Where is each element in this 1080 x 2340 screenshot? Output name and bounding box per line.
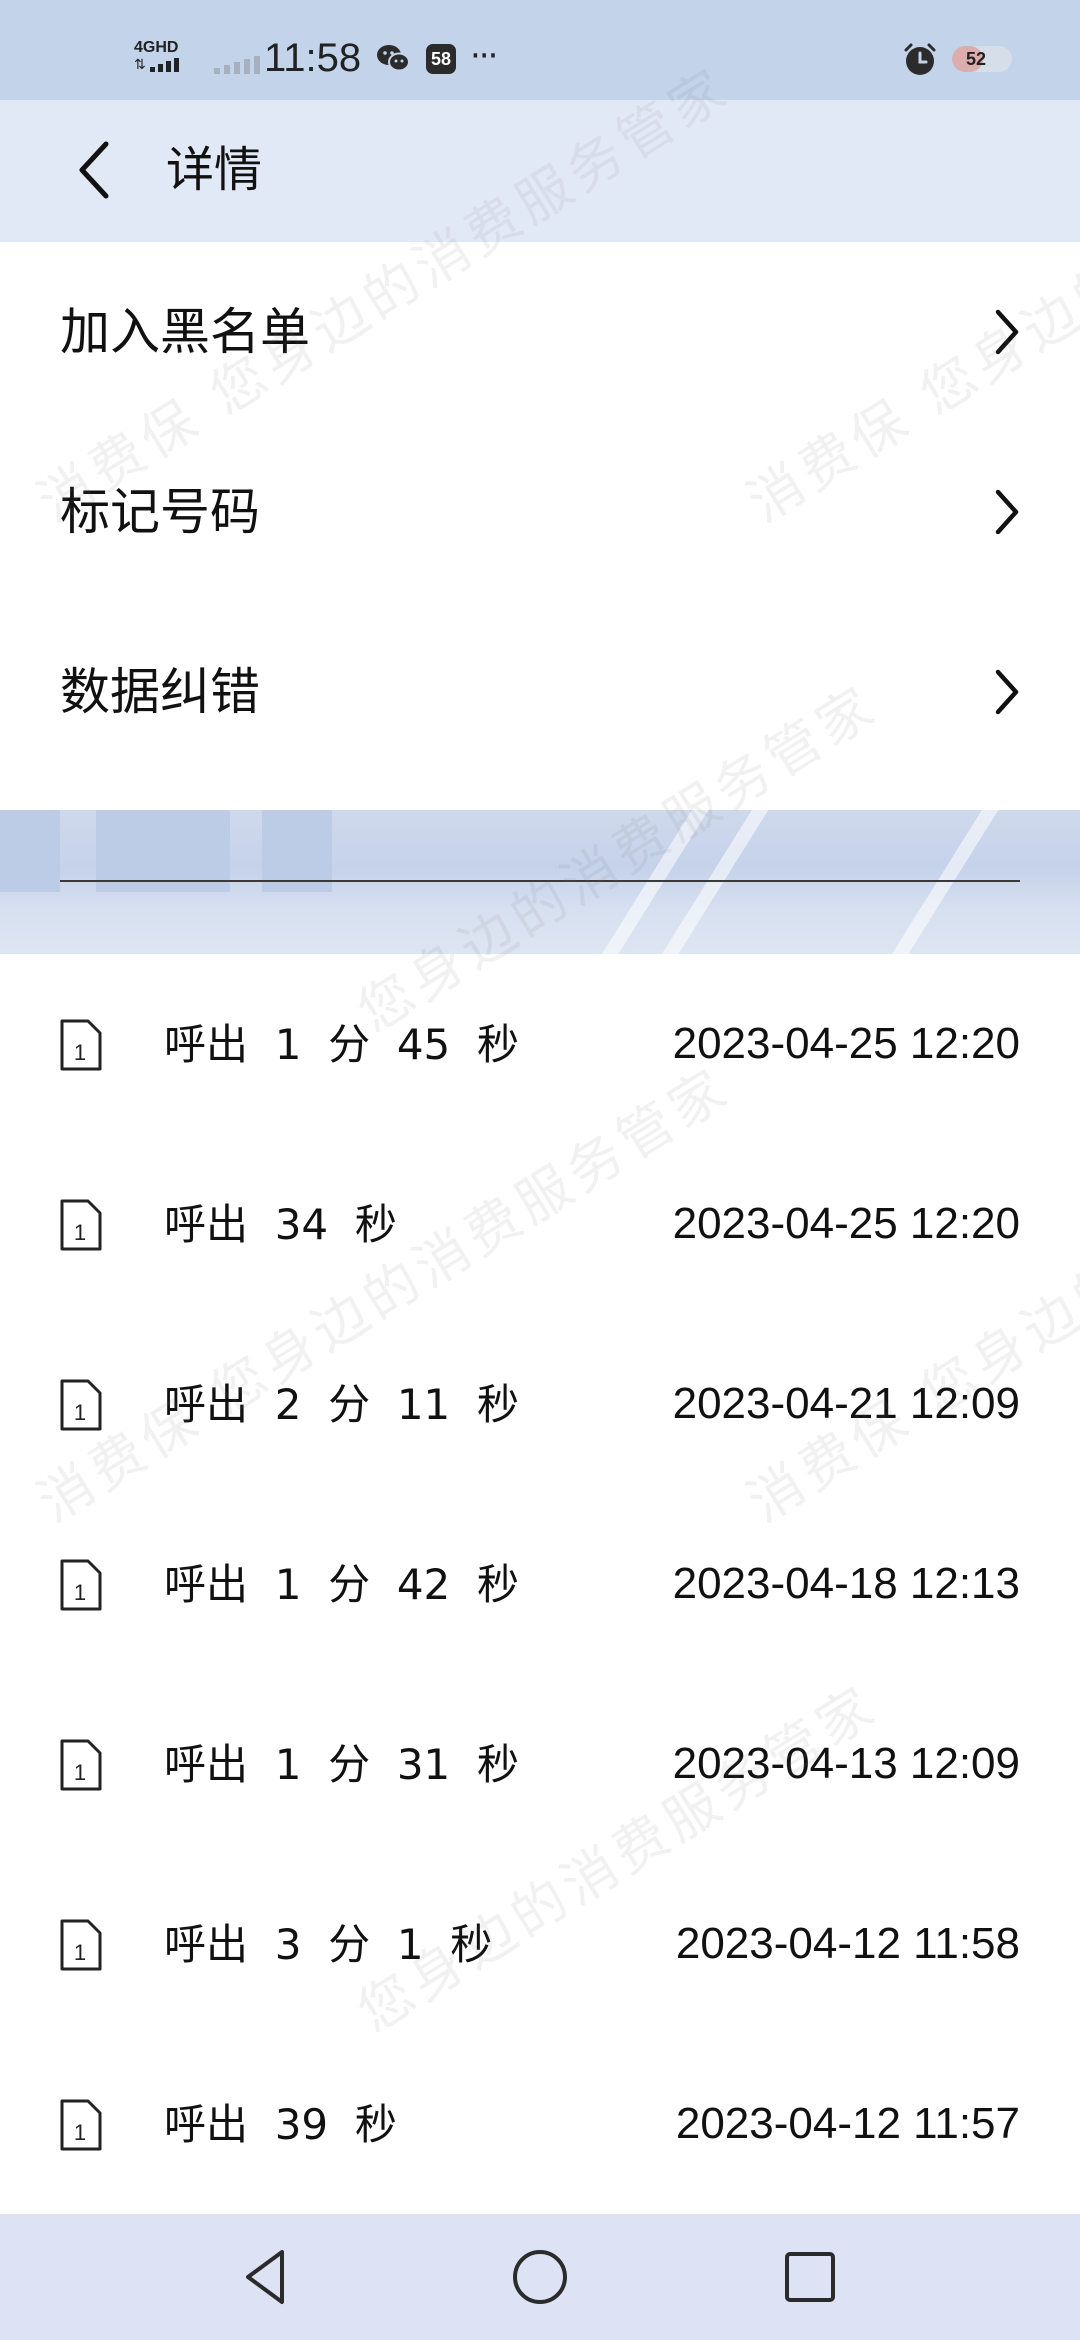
call-record-row[interactable]: 1 呼出 2 分 11 秒 2023-04-21 12:09: [0, 1314, 1080, 1494]
sim-number: 1: [74, 1400, 86, 1425]
chevron-right-icon: [995, 489, 1019, 535]
chevron-right-icon: [995, 309, 1019, 355]
menu-item-label: 加入黑名单: [60, 303, 310, 361]
alarm-clock-icon: [904, 43, 936, 75]
signal-strength-icon: [150, 58, 179, 72]
call-record-row[interactable]: 1 呼出 3 分 1 秒 2023-04-12 11:58: [0, 1854, 1080, 2034]
divider-line: [60, 880, 1020, 882]
sim-number: 1: [74, 1760, 86, 1785]
page-title: 详情: [166, 142, 263, 198]
call-duration: 呼出 1 分 45 秒: [164, 1020, 519, 1069]
notification-badge: 58: [426, 44, 456, 74]
sim-card-1-icon: 1: [60, 2099, 102, 2151]
sim-number: 1: [74, 1220, 86, 1245]
call-record-row[interactable]: 1 呼出 1 分 31 秒 2023-04-13 12:09: [0, 1674, 1080, 1854]
sim-card-1-icon: 1: [60, 1559, 102, 1611]
sim-number: 1: [74, 2120, 86, 2145]
sim-card-1-icon: 1: [60, 1739, 102, 1791]
call-record-row[interactable]: 1 呼出 1 分 45 秒 2023-04-25 12:20: [0, 954, 1080, 1134]
call-record-list: 1 呼出 1 分 45 秒 2023-04-25 12:20 1 呼出 34 秒…: [0, 954, 1080, 2214]
app-header: 详情: [0, 100, 1080, 242]
data-arrows-icon: ⇅: [134, 57, 146, 73]
nav-home-icon[interactable]: [505, 2242, 575, 2312]
secondary-signal-icon: [214, 56, 260, 74]
call-duration: 呼出 1 分 31 秒: [164, 1740, 519, 1789]
sim-card-1-icon: 1: [60, 1919, 102, 1971]
battery-percent: 52: [965, 49, 987, 69]
call-datetime: 2023-04-12 11:57: [675, 2099, 1020, 2148]
menu-item-label: 数据纠错: [60, 663, 260, 721]
sim-number: 1: [74, 1040, 86, 1065]
call-record-row[interactable]: 1 呼出 34 秒 2023-04-25 12:20: [0, 1134, 1080, 1314]
call-datetime: 2023-04-25 12:20: [672, 1019, 1020, 1068]
sim-card-1-icon: 1: [60, 1019, 102, 1071]
call-datetime: 2023-04-18 12:13: [672, 1559, 1020, 1608]
call-record-row[interactable]: 1 呼出 1 分 42 秒 2023-04-18 12:13: [0, 1494, 1080, 1674]
call-duration: 呼出 2 分 11 秒: [164, 1380, 519, 1429]
menu-item-label: 标记号码: [60, 483, 260, 541]
call-datetime: 2023-04-21 12:09: [672, 1379, 1020, 1428]
sim-card-1-icon: 1: [60, 1199, 102, 1251]
nav-recents-icon[interactable]: [775, 2242, 845, 2312]
sim-number: 1: [74, 1580, 86, 1605]
chevron-right-icon: [995, 669, 1019, 715]
call-datetime: 2023-04-25 12:20: [672, 1199, 1020, 1248]
call-record-row[interactable]: 1 呼出 39 秒 2023-04-12 11:57: [0, 2034, 1080, 2214]
call-duration: 呼出 1 分 42 秒: [164, 1560, 519, 1609]
back-arrow-icon[interactable]: [62, 134, 134, 206]
battery-indicator: 52: [952, 46, 1012, 72]
menu-item-data-correction[interactable]: 数据纠错: [0, 602, 1080, 782]
band-tile: [0, 810, 60, 892]
wechat-icon: [377, 45, 410, 72]
band-streak: [870, 810, 1004, 954]
call-duration: 呼出 3 分 1 秒: [164, 1920, 493, 1969]
action-menu: 加入黑名单 标记号码 数据纠错: [0, 242, 1080, 782]
call-duration: 呼出 34 秒: [164, 1200, 397, 1249]
call-datetime: 2023-04-13 12:09: [672, 1739, 1020, 1788]
band-streak: [580, 810, 714, 954]
sim-card-1-icon: 1: [60, 1379, 102, 1431]
status-time: 11:58: [264, 36, 362, 80]
system-navigation-bar: [0, 2214, 1080, 2340]
status-bar: 4GHD ⇅ 11:58 58 ··· 52: [0, 0, 1080, 100]
network-type-label: 4GHD: [134, 39, 179, 56]
network-indicator: 4GHD ⇅: [134, 40, 190, 80]
menu-item-mark-number[interactable]: 标记号码: [0, 422, 1080, 602]
section-divider-band: [0, 810, 1080, 954]
more-notifications-icon: ···: [470, 36, 498, 76]
nav-back-icon[interactable]: [232, 2242, 302, 2312]
menu-item-blacklist[interactable]: 加入黑名单: [0, 242, 1080, 422]
call-duration: 呼出 39 秒: [164, 2100, 397, 2149]
call-datetime: 2023-04-12 11:58: [675, 1919, 1020, 1968]
sim-number: 1: [74, 1940, 86, 1965]
